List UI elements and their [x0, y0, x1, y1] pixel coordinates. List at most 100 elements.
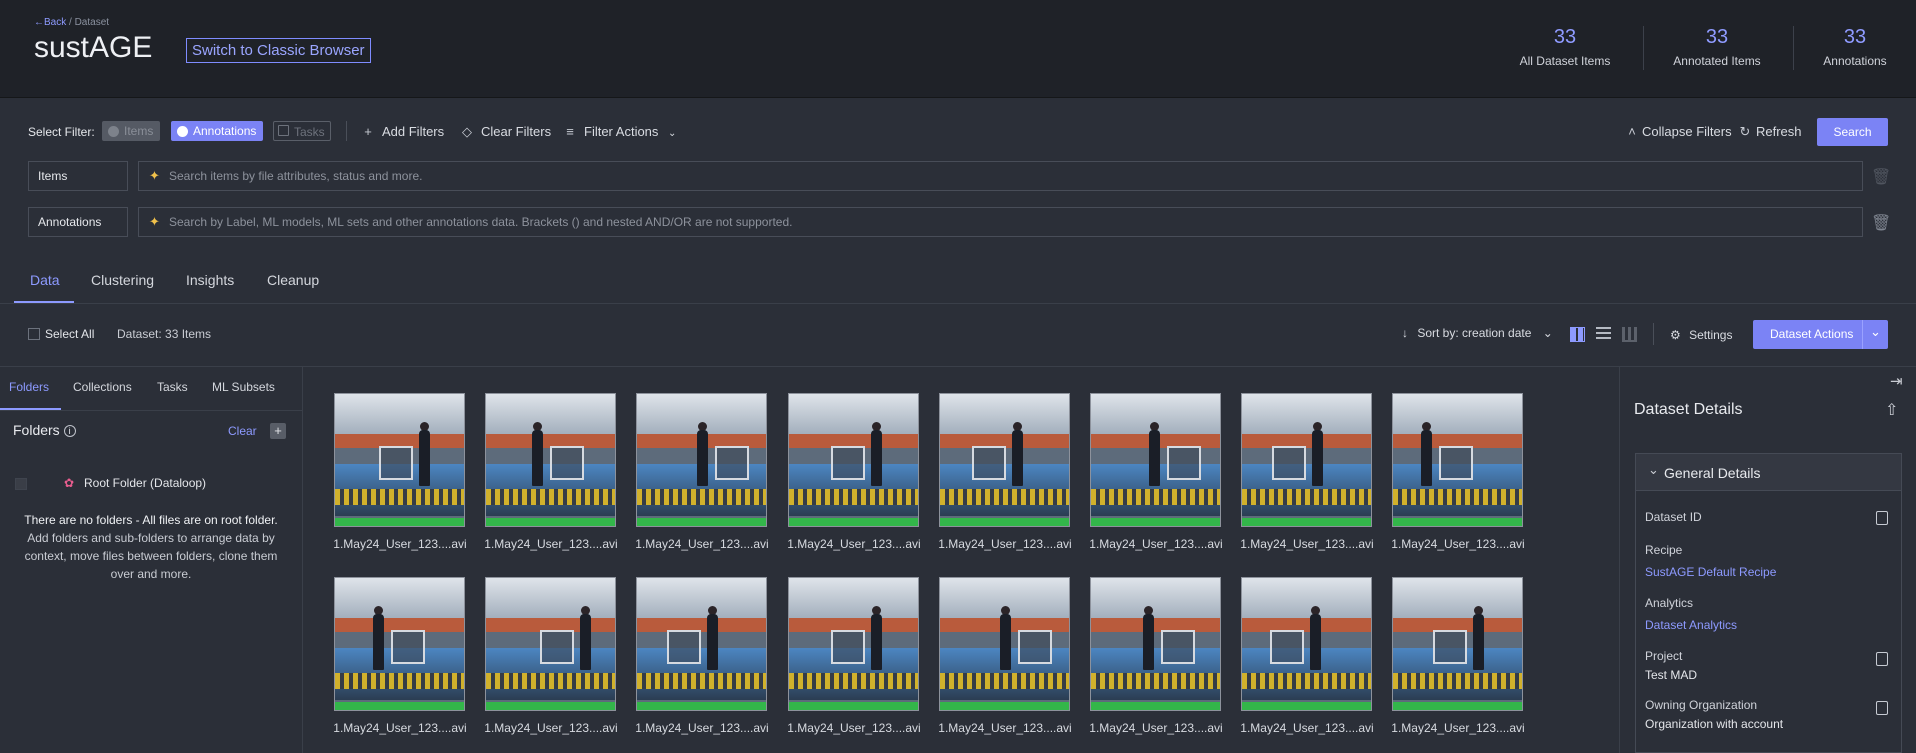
back-link[interactable]: ←Back — [34, 17, 66, 28]
root-folder-checkbox[interactable] — [15, 478, 27, 490]
stat-value: 33 — [1705, 26, 1729, 48]
info-icon[interactable]: i — [63, 425, 76, 437]
tab-folders[interactable]: Folders — [9, 380, 49, 394]
chart-view-icon[interactable] — [1622, 327, 1637, 342]
collapse-filters-button[interactable]: ˄ Collapse Filters — [1624, 124, 1731, 139]
dataset-id-label: Dataset ID — [1645, 510, 1702, 524]
chevron-down-icon: ⌄ — [1542, 326, 1553, 340]
analytics-link[interactable]: Dataset Analytics — [1645, 618, 1737, 632]
collapse-panel-icon[interactable]: ⇥ — [1890, 372, 1903, 390]
button-label: Clear Filters — [481, 124, 552, 139]
stat-annotations: 33 Annotations — [1795, 26, 1915, 68]
item-thumbnail[interactable] — [1392, 393, 1523, 527]
annotations-filter-label: Annotations — [28, 207, 128, 237]
owning-org-label: Owning Organization — [1645, 698, 1758, 712]
tab-data[interactable]: Data — [30, 272, 60, 288]
chevron-down-icon: ⌄ — [668, 128, 677, 139]
filter-chip-items[interactable]: Items — [102, 121, 160, 141]
item-thumbnail[interactable] — [1090, 577, 1221, 711]
item-filename: 1.May24_User_123....avi — [484, 721, 618, 735]
button-label: Add Filters — [382, 124, 445, 139]
section-title: General Details — [1664, 465, 1761, 481]
select-filter-label: Select Filter: — [28, 125, 95, 139]
stat-label: Annotated Items — [1673, 54, 1761, 68]
page-header: ←Back / Dataset sustAGE Switch to Classi… — [0, 0, 1916, 98]
item-thumbnail[interactable] — [939, 577, 1070, 711]
copy-icon[interactable] — [1876, 652, 1888, 666]
item-thumbnail[interactable] — [939, 393, 1070, 527]
item-thumbnail[interactable] — [1392, 577, 1523, 711]
select-all-checkbox[interactable] — [28, 328, 40, 340]
grid-view-icon[interactable] — [1570, 327, 1585, 342]
clear-link[interactable]: Clear — [228, 424, 257, 438]
item-thumbnail[interactable] — [334, 577, 465, 711]
owning-org-value: Organization with account — [1645, 717, 1784, 731]
filter-chip-annotations[interactable]: Annotations — [171, 121, 263, 141]
tab-tasks[interactable]: Tasks — [157, 380, 188, 394]
switch-classic-browser-button[interactable]: Switch to Classic Browser — [186, 38, 371, 63]
settings-button[interactable]: ⚙ Settings — [1670, 328, 1732, 342]
divider — [346, 121, 347, 141]
select-all-label[interactable]: Select All — [45, 327, 94, 341]
item-thumbnail[interactable] — [334, 393, 465, 527]
sort-dropdown[interactable]: ↓ Sort by: creation date ⌄ — [1402, 326, 1553, 340]
item-filename: 1.May24_User_123....avi — [635, 537, 769, 551]
item-thumbnail[interactable] — [788, 577, 919, 711]
empty-folders-message: There are no folders - All files are on … — [16, 511, 286, 583]
item-thumbnail[interactable] — [1241, 393, 1372, 527]
tab-cleanup[interactable]: Cleanup — [267, 272, 319, 288]
chevron-down-icon[interactable]: ⌄ — [1870, 317, 1881, 346]
refresh-button[interactable]: ↻ Refresh — [1737, 124, 1802, 140]
input-placeholder: Search by Label, ML models, ML sets and … — [169, 215, 793, 229]
eraser-icon: ◇ — [462, 124, 472, 139]
copy-icon[interactable] — [1876, 701, 1888, 715]
item-filename: 1.May24_User_123....avi — [1391, 537, 1525, 551]
empty-title: There are no folders - All files are on … — [24, 513, 278, 527]
divider — [0, 303, 1916, 304]
tab-ml-subsets[interactable]: ML Subsets — [212, 380, 275, 394]
divider — [0, 410, 303, 411]
add-folder-button[interactable]: + — [270, 423, 286, 439]
search-button[interactable]: Search — [1817, 118, 1888, 146]
list-view-icon[interactable] — [1596, 327, 1611, 342]
items-search-input[interactable]: ✦ Search items by file attributes, status… — [138, 161, 1863, 191]
stat-label: Annotations — [1823, 54, 1887, 68]
trash-icon[interactable]: 🗑 — [1871, 167, 1891, 187]
items-filter-label: Items — [28, 161, 128, 191]
item-thumbnail[interactable] — [1241, 577, 1372, 711]
recipe-label: Recipe — [1645, 543, 1683, 557]
copy-icon[interactable] — [1876, 511, 1888, 525]
item-filename: 1.May24_User_123....avi — [1240, 721, 1374, 735]
item-thumbnail[interactable] — [636, 393, 767, 527]
item-filename: 1.May24_User_123....avi — [787, 537, 921, 551]
trash-icon[interactable]: 🗑 — [1871, 213, 1891, 233]
dataset-actions-button[interactable]: Dataset Actions ⌄ — [1753, 320, 1888, 349]
root-folder-item[interactable]: Root Folder (Dataloop) — [84, 476, 206, 490]
plus-square-icon — [278, 125, 289, 136]
add-filters-button[interactable]: + Add Filters — [360, 124, 444, 139]
filter-chip-tasks[interactable]: Tasks — [273, 121, 331, 141]
chip-label: Annotations — [193, 124, 257, 138]
breadcrumb-separator: / — [69, 17, 72, 28]
tab-collections[interactable]: Collections — [73, 380, 132, 394]
clear-filters-button[interactable]: ◇ Clear Filters — [459, 124, 551, 140]
button-label: Refresh — [1756, 124, 1802, 139]
item-thumbnail[interactable] — [485, 393, 616, 527]
item-thumbnail[interactable] — [485, 577, 616, 711]
item-thumbnail[interactable] — [1090, 393, 1221, 527]
item-filename: 1.May24_User_123....avi — [1240, 537, 1374, 551]
tab-clustering[interactable]: Clustering — [91, 272, 154, 288]
item-filename: 1.May24_User_123....avi — [635, 721, 769, 735]
stat-all-dataset-items: 33 All Dataset Items — [1505, 26, 1625, 68]
tab-insights[interactable]: Insights — [186, 272, 234, 288]
annotations-search-input[interactable]: ✦ Search by Label, ML models, ML sets and… — [138, 207, 1863, 237]
general-details-header[interactable]: ⌄ General Details — [1635, 453, 1902, 491]
dataloop-icon: ✿ — [64, 476, 75, 490]
item-thumbnail[interactable] — [788, 393, 919, 527]
sort-label: Sort by: creation date — [1417, 326, 1532, 340]
filter-actions-button[interactable]: ≡ Filter Actions ⌄ — [562, 124, 676, 139]
back-label[interactable]: Back — [44, 17, 66, 28]
item-thumbnail[interactable] — [636, 577, 767, 711]
recipe-link[interactable]: SustAGE Default Recipe — [1645, 565, 1776, 579]
export-icon[interactable]: ⇧ — [1885, 400, 1898, 420]
